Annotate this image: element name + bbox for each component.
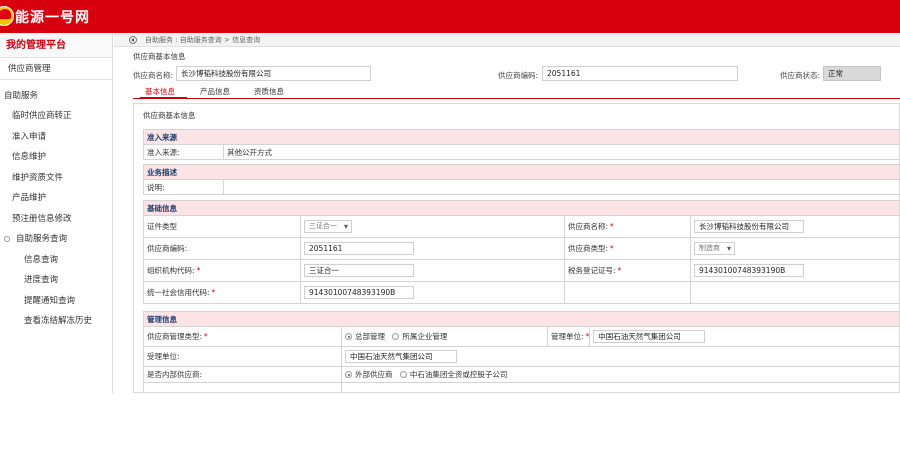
credit-code-label: 统一社会信用代码: [147, 288, 210, 297]
tax-reg-value[interactable]: 91430100748393190B [694, 264, 804, 277]
sidebar-title[interactable]: 我的管理平台 [0, 33, 112, 58]
internal-supplier-label: 是否内部供应商: [143, 366, 342, 383]
mgmt-unit-value[interactable]: 中国石油天然气集团公司 [593, 330, 706, 343]
required-mark: * [610, 222, 614, 231]
supplier-name-field[interactable]: 长沙博韬科技股份有限公司 [176, 66, 371, 81]
accept-unit-label: 受理单位: [143, 346, 342, 367]
business-desc-table: 业务描述 说明: [143, 164, 899, 195]
breadcrumb-bar: 自助服务 : 自助服务查询 > 信息查询 [114, 33, 900, 47]
mgmt-type-label: 供应商管理类型: [147, 332, 203, 341]
top-header: 石油 能源一号网 [0, 0, 900, 33]
sidebar-item-reminder-query[interactable]: 提醒通知查询 [0, 291, 112, 312]
sidebar-item-temp-to-regular[interactable]: 临时供应商转正 [0, 106, 112, 127]
mgmt-unit-label: 管理单位: [551, 332, 584, 341]
credit-code-value[interactable]: 91430100748393190B [304, 286, 414, 299]
page-bottom-blank [0, 393, 900, 452]
supplier-status-label: 供应商状态: [780, 71, 821, 80]
collapse-circle-icon [4, 236, 10, 243]
supplier-code-label-2: 供应商编码: [143, 237, 301, 260]
sidebar-item-freeze-history[interactable]: 查看冻结解冻历史 [0, 311, 112, 332]
supplier-code-value[interactable]: 2051161 [304, 242, 414, 255]
tax-reg-label: 税务登记证号: [568, 266, 616, 275]
main-content: 供应商基本信息 供应商名称: 长沙博韬科技股份有限公司 供应商编码: 20511… [128, 48, 900, 393]
supplier-status-field[interactable]: 正常 [823, 66, 881, 81]
basic-info-heading: 基础信息 [143, 200, 899, 216]
cert-type-select[interactable]: 三证合一 [304, 220, 352, 233]
sidebar-item-supplier-management[interactable]: 供应商管理 [0, 58, 112, 80]
sidebar-group-label: 自助服务查询 [16, 234, 68, 244]
tab-basic-info[interactable]: 基本信息 [145, 86, 175, 97]
required-mark: * [211, 288, 216, 297]
sidebar-group-self-service-query[interactable]: 自助服务查询 [0, 229, 112, 250]
business-desc-heading: 业务描述 [143, 164, 899, 180]
sidebar: 我的管理平台 供应商管理 自助服务 临时供应商转正 准入申请 信息维护 维护资质… [0, 33, 113, 393]
internal-opt-external: 外部供应商 [355, 370, 393, 379]
management-info-table: 管理信息 供应商管理类型: * 总部管理 所属企业管理 管理单位: * 中国石油天然… [143, 311, 899, 392]
basic-info-panel: 供应商基本信息 准入来源 准入来源: 其他公开方式 业务描述 说明: 基础信息 … [133, 103, 900, 393]
tab-bar: 基本信息 产品信息 资质信息 [133, 85, 900, 99]
internal-radio-external[interactable] [345, 371, 352, 378]
supplier-summary-row: 供应商名称: 长沙博韬科技股份有限公司 供应商编码: 2051161 供应商状态… [128, 65, 900, 83]
mgmt-opt-enterprise: 所属企业管理 [402, 332, 448, 341]
required-mark: * [585, 332, 590, 341]
basic-info-table: 基础信息 证件类型 三证合一 供应商名称:* 长沙博韬科技股份有限公司 供应商编… [143, 200, 899, 304]
access-source-label: 准入来源: [143, 144, 224, 160]
sidebar-item-product-maintain[interactable]: 产品维护 [0, 188, 112, 209]
supplier-code-field[interactable]: 2051161 [542, 66, 738, 81]
mgmt-radio-enterprise[interactable] [392, 333, 400, 340]
sidebar-item-info-query[interactable]: 信息查询 [0, 250, 112, 271]
required-mark: * [610, 244, 614, 253]
sidebar-item-access-apply[interactable]: 准入申请 [0, 127, 112, 148]
internal-opt-subsidiary: 中石油集团全资或控股子公司 [409, 370, 508, 379]
app-title: 能源一号网 [15, 10, 90, 26]
org-code-label: 组织机构代码: [147, 266, 195, 275]
petrochina-logo-icon: 石油 [0, 6, 14, 26]
org-code-value[interactable]: 三证合一 [304, 264, 414, 277]
supplier-type-label: 供应商类型: [568, 244, 609, 253]
required-mark: * [204, 332, 208, 341]
sidebar-item-qualification-files[interactable]: 维护资质文件 [0, 168, 112, 189]
sidebar-item-progress-query[interactable]: 进度查询 [0, 270, 112, 291]
required-mark: * [617, 266, 622, 275]
tab-product-info[interactable]: 产品信息 [200, 86, 230, 97]
accept-unit-value[interactable]: 中国石油天然气集团公司 [345, 350, 457, 363]
supplier-name-label: 供应商名称: [133, 71, 174, 80]
active-tab-indicator [140, 97, 187, 99]
sidebar-item-prereg-edit[interactable]: 预注册信息修改 [0, 209, 112, 230]
sidebar-section-self-service[interactable]: 自助服务 [0, 86, 112, 106]
management-info-heading: 管理信息 [143, 311, 899, 327]
mgmt-radio-hq[interactable] [345, 333, 352, 340]
access-source-heading: 准入来源 [143, 129, 899, 145]
internal-radio-subsidiary[interactable] [399, 371, 407, 378]
supplier-name-value[interactable]: 长沙博韬科技股份有限公司 [694, 220, 804, 233]
tab-qualification-info[interactable]: 资质信息 [254, 86, 284, 97]
cert-type-label: 证件类型 [143, 215, 301, 238]
business-desc-value[interactable] [223, 179, 899, 195]
access-source-value: 其他公开方式 [223, 144, 899, 160]
back-arrow-icon[interactable] [129, 35, 137, 44]
panel-title: 供应商基本信息 [143, 111, 196, 120]
supplier-name-label-2: 供应商名称: [568, 222, 609, 231]
access-source-table: 准入来源 准入来源: 其他公开方式 [143, 129, 899, 160]
breadcrumb: 自助服务 : 自助服务查询 > 信息查询 [145, 35, 261, 44]
supplier-code-label: 供应商编码: [498, 71, 539, 80]
sidebar-item-info-maintain[interactable]: 信息维护 [0, 147, 112, 168]
section-title: 供应商基本信息 [133, 52, 186, 61]
required-mark: * [196, 266, 201, 275]
supplier-type-select[interactable]: 制造商 [694, 242, 735, 255]
mgmt-opt-hq: 总部管理 [355, 332, 385, 341]
business-desc-label: 说明: [143, 179, 224, 195]
